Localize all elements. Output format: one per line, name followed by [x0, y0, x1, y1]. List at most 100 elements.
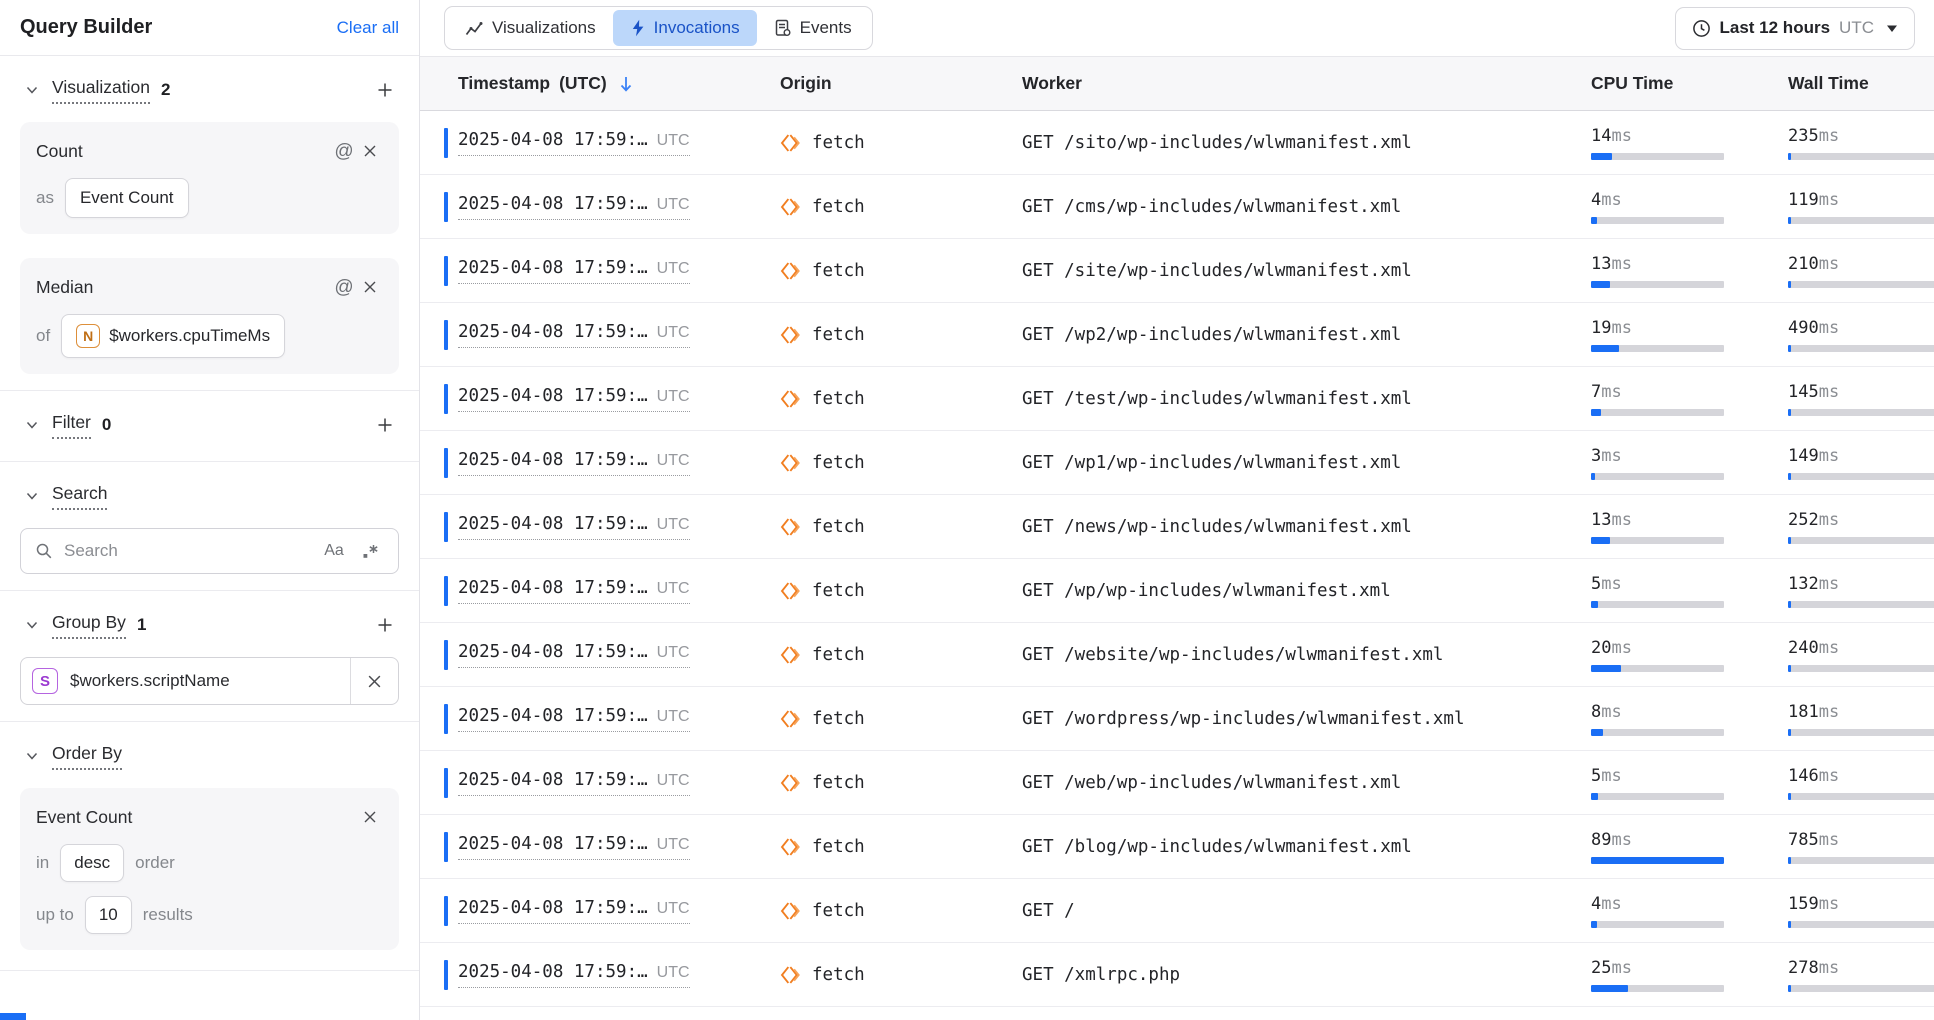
row-timestamp-group[interactable]: 2025-04-08 17:59:… UTC: [458, 962, 690, 988]
wall-time-bar-fill: [1788, 473, 1791, 480]
sort-direction-button[interactable]: desc: [60, 844, 124, 882]
cpu-time-bar: [1591, 665, 1724, 672]
close-icon: [363, 144, 377, 158]
table-row[interactable]: 2025-04-08 17:59:… UTC fetch GET /wp1/wp…: [420, 431, 1934, 495]
case-sensitive-toggle[interactable]: Aa: [321, 538, 347, 564]
row-cpu-time: 8ms: [1591, 702, 1788, 722]
wall-time-bar: [1788, 729, 1934, 736]
order-by-collapse-button[interactable]: [20, 744, 44, 768]
column-header-origin[interactable]: Origin: [780, 73, 1022, 94]
column-header-worker[interactable]: Worker: [1022, 73, 1591, 94]
clear-all-link[interactable]: Clear all: [337, 18, 399, 38]
filter-collapse-button[interactable]: [20, 413, 44, 437]
remove-order-by-button[interactable]: [357, 804, 383, 830]
row-timezone: UTC: [657, 260, 690, 278]
search-input[interactable]: [64, 541, 310, 561]
row-timestamp-group[interactable]: 2025-04-08 17:59:… UTC: [458, 322, 690, 348]
table-row[interactable]: 2025-04-08 17:59:… UTC fetch GET /wp/wp-…: [420, 559, 1934, 623]
row-wall-value: 149: [1788, 446, 1819, 466]
row-timestamp-group[interactable]: 2025-04-08 17:59:… UTC: [458, 898, 690, 924]
row-wall-unit: ms: [1819, 702, 1839, 722]
table-row[interactable]: 2025-04-08 17:59:… UTC fetch GET /sito/w…: [420, 111, 1934, 175]
table-row[interactable]: 2025-04-08 17:59:… UTC fetch GET /cms/wp…: [420, 175, 1934, 239]
row-timestamp-group[interactable]: 2025-04-08 17:59:… UTC: [458, 130, 690, 156]
search-collapse-button[interactable]: [20, 484, 44, 508]
tab-invocations[interactable]: Invocations: [613, 10, 757, 46]
table-row[interactable]: 2025-04-08 17:59:… UTC fetch GET /web/wp…: [420, 751, 1934, 815]
row-timestamp-group[interactable]: 2025-04-08 17:59:… UTC: [458, 834, 690, 860]
row-wall-value: 132: [1788, 574, 1819, 594]
visualization-alias-button[interactable]: Event Count: [65, 178, 189, 218]
mention-button[interactable]: @: [331, 138, 357, 164]
row-timestamp-group[interactable]: 2025-04-08 17:59:… UTC: [458, 258, 690, 284]
clock-icon: [1692, 19, 1711, 38]
row-wall-value: 785: [1788, 830, 1819, 850]
median-field-button[interactable]: N $workers.cpuTimeMs: [61, 314, 285, 358]
row-timestamp-group[interactable]: 2025-04-08 17:59:… UTC: [458, 578, 690, 604]
column-header-timestamp[interactable]: Timestamp (UTC): [420, 73, 780, 94]
row-cpu-value: 89: [1591, 830, 1611, 850]
mention-button[interactable]: @: [331, 274, 357, 300]
cpu-time-bar: [1591, 857, 1724, 864]
row-wall-unit: ms: [1819, 126, 1839, 146]
table-row[interactable]: 2025-04-08 17:59:… UTC fetch GET / 4ms 1…: [420, 879, 1934, 943]
column-header-wall-time[interactable]: Wall Time: [1788, 73, 1934, 94]
wall-time-bar: [1788, 537, 1934, 544]
row-timestamp-group[interactable]: 2025-04-08 17:59:… UTC: [458, 514, 690, 540]
table-row[interactable]: 2025-04-08 17:59:… UTC fetch GET /websit…: [420, 623, 1934, 687]
time-range-button[interactable]: Last 12 hours UTC: [1675, 7, 1916, 50]
table-row[interactable]: 2025-04-08 17:59:… UTC fetch GET /wordpr…: [420, 687, 1934, 751]
row-timestamp-group[interactable]: 2025-04-08 17:59:… UTC: [458, 450, 690, 476]
row-timestamp-group[interactable]: 2025-04-08 17:59:… UTC: [458, 194, 690, 220]
results-label: results: [143, 905, 193, 925]
plus-icon: [377, 82, 393, 98]
row-worker-request: GET /news/wp-includes/wlwmanifest.xml: [1022, 517, 1591, 537]
topbar: Visualizations Invocations Events Last 1…: [420, 0, 1934, 56]
row-worker-request: GET /wp/wp-includes/wlwmanifest.xml: [1022, 581, 1591, 601]
group-by-collapse-button[interactable]: [20, 613, 44, 637]
wall-time-bar-fill: [1788, 793, 1791, 800]
column-header-cpu-time[interactable]: CPU Time: [1591, 73, 1788, 94]
row-cpu-time: 4ms: [1591, 190, 1788, 210]
table-row[interactable]: 2025-04-08 17:59:… UTC fetch GET /test/w…: [420, 367, 1934, 431]
remove-median-visualization-button[interactable]: [357, 274, 383, 300]
tab-events[interactable]: Events: [757, 10, 869, 46]
wall-time-bar: [1788, 217, 1934, 224]
regex-toggle[interactable]: [358, 538, 384, 564]
table-row[interactable]: 2025-04-08 17:59:… UTC fetch GET /blog/w…: [420, 815, 1934, 879]
row-wall-value: 252: [1788, 510, 1819, 530]
chevron-down-icon: [25, 749, 39, 763]
row-worker-request: GET /wp2/wp-includes/wlwmanifest.xml: [1022, 325, 1591, 345]
table-row[interactable]: 2025-04-08 17:59:… UTC fetch GET /site/w…: [420, 239, 1934, 303]
group-by-chip[interactable]: S $workers.scriptName: [20, 657, 399, 705]
row-worker-request: GET /wordpress/wp-includes/wlwmanifest.x…: [1022, 709, 1591, 729]
row-timestamp-group[interactable]: 2025-04-08 17:59:… UTC: [458, 642, 690, 668]
visualization-collapse-button[interactable]: [20, 78, 44, 102]
row-timestamp: 2025-04-08 17:59:…: [458, 322, 648, 342]
table-row[interactable]: 2025-04-08 17:59:… UTC fetch GET /news/w…: [420, 495, 1934, 559]
table-row[interactable]: 2025-04-08 17:59:… UTC fetch GET /xmlrpc…: [420, 943, 1934, 1007]
table-row[interactable]: 2025-04-08 17:59:… UTC fetch GET /wp2/wp…: [420, 303, 1934, 367]
remove-group-by-button[interactable]: [351, 658, 398, 704]
tab-visualizations[interactable]: Visualizations: [448, 10, 613, 46]
workers-fetch-icon: [780, 772, 802, 794]
result-limit-input[interactable]: 10: [85, 896, 132, 934]
time-range-value: Last 12 hours: [1720, 18, 1831, 38]
add-visualization-button[interactable]: [371, 76, 399, 104]
row-timestamp: 2025-04-08 17:59:…: [458, 642, 648, 662]
add-filter-button[interactable]: [371, 411, 399, 439]
row-timestamp-group[interactable]: 2025-04-08 17:59:… UTC: [458, 386, 690, 412]
add-group-by-button[interactable]: [371, 611, 399, 639]
remove-count-visualization-button[interactable]: [357, 138, 383, 164]
row-timestamp-group[interactable]: 2025-04-08 17:59:… UTC: [458, 770, 690, 796]
row-timestamp-group[interactable]: 2025-04-08 17:59:… UTC: [458, 706, 690, 732]
row-wall-unit: ms: [1819, 510, 1839, 530]
cpu-time-bar-fill: [1591, 921, 1597, 928]
workers-fetch-icon: [780, 324, 802, 346]
row-cpu-unit: ms: [1601, 766, 1621, 786]
close-icon: [363, 280, 377, 294]
row-timezone: UTC: [657, 964, 690, 982]
row-wall-time: 235ms: [1788, 126, 1934, 146]
cpu-header-label: CPU Time: [1591, 73, 1673, 93]
row-wall-time: 785ms: [1788, 830, 1934, 850]
